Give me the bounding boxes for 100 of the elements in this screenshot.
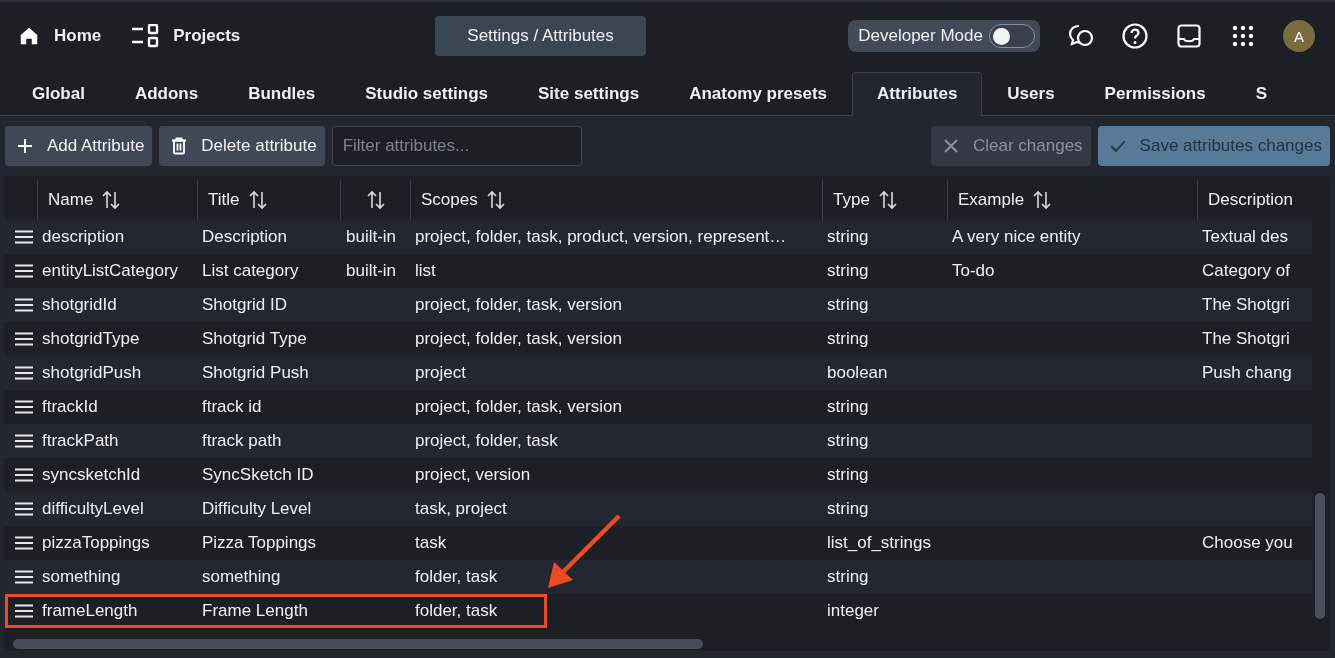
table-cell: Pizza Toppings [202, 533, 317, 553]
sort-icon[interactable] [365, 190, 386, 210]
drag-handle-icon[interactable] [14, 468, 33, 482]
table-cell: ftrackId [42, 397, 98, 417]
table-cell: Frame Length [202, 601, 308, 621]
table-cell: string [827, 465, 869, 485]
developer-mode-label: Developer Mode [858, 26, 983, 46]
table-cell: Shotgrid Type [202, 329, 307, 349]
table-cell: project, folder, task [415, 431, 558, 451]
table-cell: folder, task [415, 567, 498, 587]
table-cell: pizzaToppings [42, 533, 150, 553]
table-cell: Shotgrid Push [202, 363, 309, 383]
breadcrumb-button[interactable]: Settings / Attributes [435, 16, 646, 56]
home-link[interactable]: Home [18, 25, 102, 47]
table-cell: string [827, 329, 869, 349]
tab[interactable]: Global [7, 72, 110, 116]
table-cell: shotgridPush [42, 363, 142, 383]
drag-handle-icon[interactable] [14, 536, 33, 550]
table-cell: string [827, 261, 869, 281]
tab[interactable]: Studio settings [340, 72, 514, 116]
table-cell: List category [202, 261, 299, 281]
table-cell: Description [202, 227, 288, 247]
table-cell: string [827, 431, 869, 451]
drag-handle-icon[interactable] [14, 366, 33, 380]
sort-icon[interactable] [247, 190, 268, 210]
table-cell: list_of_strings [827, 533, 931, 553]
table-cell: ftrackPath [42, 431, 119, 451]
table-cell: string [827, 295, 869, 315]
table-cell: ftrack id [202, 397, 262, 417]
table-cell: The Shotgri [1202, 295, 1290, 315]
table-cell: A very nice entity [952, 227, 1081, 247]
table-cell: boolean [827, 363, 888, 383]
table-cell: project, folder, task, version [415, 295, 622, 315]
table-cell: shotgridId [42, 295, 117, 315]
filter-field[interactable]: Filter attributes... [331, 126, 582, 166]
tab[interactable]: Site settings [513, 72, 665, 116]
projects-link[interactable]: Projects [131, 24, 241, 48]
table-cell: string [827, 499, 869, 519]
table-cell: string [827, 227, 869, 247]
drag-handle-icon[interactable] [14, 264, 33, 278]
tab[interactable]: Permissions [1079, 72, 1231, 116]
table-cell: list [415, 261, 436, 281]
tab[interactable]: Users [982, 72, 1080, 116]
close-icon [942, 138, 959, 154]
table-cell: Category of [1202, 261, 1290, 281]
sort-icon[interactable] [485, 190, 506, 210]
table-cell: string [827, 567, 869, 587]
user-avatar[interactable]: A [1283, 20, 1315, 52]
tab[interactable]: Anatomy presets [664, 72, 853, 116]
table-cell: project [415, 363, 467, 383]
table-cell: string [827, 397, 869, 417]
check-icon [1109, 138, 1126, 154]
table-cell: integer [827, 601, 879, 621]
drag-handle-icon[interactable] [14, 332, 33, 346]
delete-attribute-button[interactable]: Delete attribute [159, 126, 325, 166]
sort-icon[interactable] [101, 190, 122, 210]
sort-icon[interactable] [1032, 190, 1053, 210]
table-cell: Push chang [1202, 363, 1292, 383]
drag-handle-icon[interactable] [14, 230, 33, 244]
plus-icon [17, 138, 33, 154]
table-cell: folder, task [415, 601, 498, 621]
drag-handle-icon[interactable] [14, 604, 33, 618]
drag-handle-icon[interactable] [14, 298, 33, 312]
tab[interactable]: Attributes [852, 72, 983, 116]
table-cell: something [42, 567, 121, 587]
table-cell: Difficulty Level [202, 499, 312, 519]
table-cell: frameLength [42, 601, 138, 621]
table-cell: The Shotgri [1202, 329, 1290, 349]
vertical-scrollbar[interactable] [1315, 493, 1325, 619]
drag-handle-icon[interactable] [14, 502, 33, 516]
add-attribute-button[interactable]: Add Attribute [5, 126, 153, 166]
home-icon [18, 25, 40, 47]
table-cell: To-do [952, 261, 995, 281]
table-cell: something [202, 567, 281, 587]
tab[interactable]: Addons [109, 72, 224, 116]
drag-handle-icon[interactable] [14, 434, 33, 448]
trash-icon [171, 137, 188, 155]
sort-icon[interactable] [877, 190, 898, 210]
tab[interactable]: Bundles [223, 72, 341, 116]
table-cell: task, project [415, 499, 507, 519]
projects-icon [131, 24, 160, 48]
table-cell: project, folder, task, product, version, represent… [415, 227, 787, 247]
table-cell: task [415, 533, 447, 553]
table-cell: built-in [346, 227, 397, 247]
table-cell: ftrack path [202, 431, 282, 451]
drag-handle-icon[interactable] [14, 400, 33, 414]
developer-mode-toggle[interactable] [989, 24, 1035, 48]
table-cell: built-in [346, 261, 397, 281]
table-cell: Choose you [1202, 533, 1293, 553]
inbox-icon[interactable] [1175, 22, 1203, 50]
table-cell: SyncSketch ID [202, 465, 314, 485]
table-cell: project, folder, task, version [415, 329, 622, 349]
table-cell: entityListCategory [42, 261, 179, 281]
table-cell: Shotgrid ID [202, 295, 288, 315]
horizontal-scrollbar[interactable] [13, 639, 703, 649]
help-icon[interactable] [1121, 22, 1149, 50]
tab[interactable]: S [1230, 72, 1293, 116]
table-cell: shotgridType [42, 329, 140, 349]
table-cell: difficultyLevel [42, 499, 144, 519]
drag-handle-icon[interactable] [14, 570, 33, 584]
